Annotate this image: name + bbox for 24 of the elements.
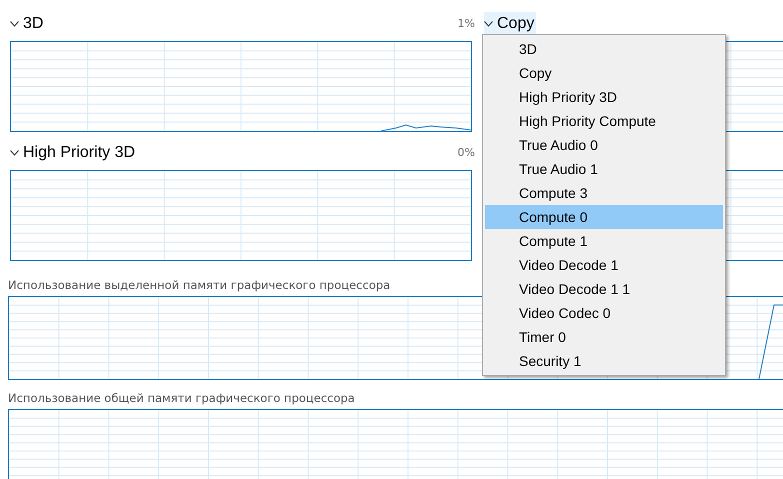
usage-percent: 0%: [458, 146, 475, 159]
menu-item[interactable]: Compute 3: [485, 181, 723, 205]
menu-item[interactable]: Video Decode 1 1: [485, 277, 723, 301]
menu-item[interactable]: High Priority 3D: [485, 85, 723, 109]
menu-item[interactable]: Video Decode 1: [485, 253, 723, 277]
menu-item[interactable]: High Priority Compute: [485, 109, 723, 133]
menu-item[interactable]: Copy: [485, 61, 723, 85]
graph-label: Использование общей памяти графического процессора: [8, 391, 355, 405]
engine-selector[interactable]: Copy: [484, 12, 536, 35]
engine-title: 3D: [23, 14, 44, 32]
menu-item[interactable]: Compute 0: [485, 205, 723, 229]
menu-item[interactable]: Security 1: [485, 349, 723, 373]
menu-item[interactable]: 3D: [485, 37, 723, 61]
chevron-icon[interactable]: [484, 20, 493, 26]
menu-item[interactable]: Compute 1: [485, 229, 723, 253]
usage-percent: 1%: [458, 17, 475, 30]
chevron-icon[interactable]: [10, 20, 19, 26]
menu-item[interactable]: Video Codec 0: [485, 301, 723, 325]
chevron-icon[interactable]: [10, 150, 19, 156]
graph-label: Использование выделенной памяти графического процессора: [8, 278, 390, 292]
menu-item[interactable]: True Audio 0: [485, 133, 723, 157]
menu-item[interactable]: True Audio 1: [485, 157, 723, 181]
menu-item[interactable]: Timer 0: [485, 325, 723, 349]
engine-title: High Priority 3D: [23, 144, 136, 162]
